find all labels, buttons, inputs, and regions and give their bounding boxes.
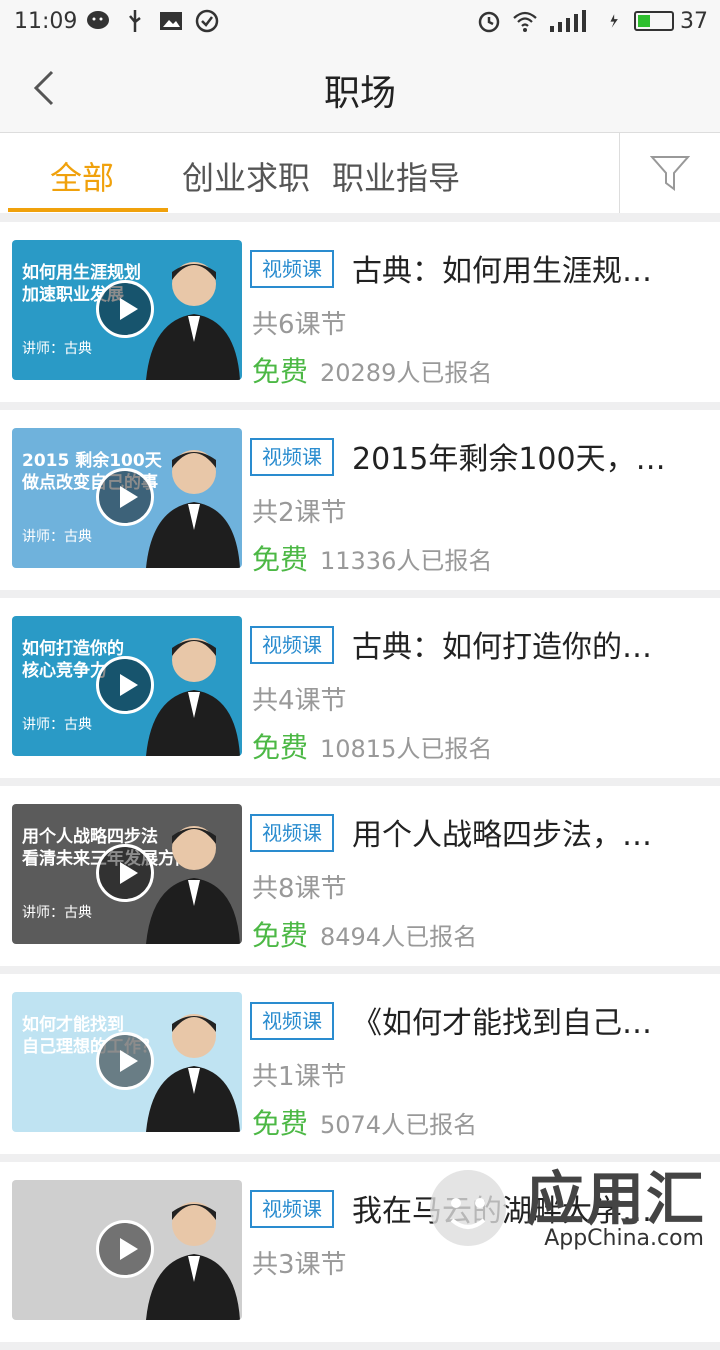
- enrollment-count: 5074人已报名: [320, 1111, 478, 1139]
- appchina-watermark: 应用汇 AppChina.com: [412, 1146, 712, 1266]
- wechat-icon: [87, 11, 109, 29]
- course-title[interactable]: 古典：如何打造你的…: [352, 622, 692, 666]
- course-title[interactable]: 2015年剩余100天，…: [352, 434, 692, 478]
- battery-icon: [634, 11, 674, 31]
- check-circle-icon: [195, 9, 219, 33]
- wifi-icon: [513, 11, 537, 32]
- page-title: 职场: [323, 73, 396, 114]
- price-label: 免费: [252, 355, 309, 388]
- video-course-badge: 视频课: [250, 626, 334, 664]
- enrollment-count: 8494人已报名: [320, 923, 478, 951]
- course-thumbnail[interactable]: 如何用生涯规划 加速职业发展 讲师：古典: [12, 240, 242, 380]
- video-course-badge: 视频课: [250, 1190, 334, 1228]
- video-course-badge: 视频课: [250, 250, 334, 288]
- charging-icon: [610, 14, 618, 28]
- alarm-icon: [478, 11, 500, 33]
- price-label: 免费: [252, 731, 309, 764]
- play-icon[interactable]: [96, 656, 154, 714]
- signal-icon: [550, 10, 586, 32]
- image-icon: [160, 12, 182, 30]
- watermark-logo-icon: [430, 1170, 506, 1246]
- course-item[interactable]: 如何打造你的 核心竞争力 讲师：古典 视频课 古典：如何打造你的… 共4课节 免…: [0, 598, 720, 778]
- lesson-count: 共3课节: [252, 1250, 347, 1280]
- play-icon[interactable]: [96, 468, 154, 526]
- course-thumbnail[interactable]: [12, 1180, 242, 1320]
- enrollment-count: 10815人已报名: [320, 735, 493, 763]
- thumbnail-lecturer: 讲师：古典: [22, 341, 92, 357]
- watermark-brand: 应用汇: [525, 1165, 706, 1233]
- play-icon[interactable]: [96, 1220, 154, 1278]
- lesson-count: 共1课节: [252, 1062, 347, 1092]
- course-thumbnail[interactable]: 2015 剩余100天 做点改变自己的事 讲师：古典: [12, 428, 242, 568]
- course-item[interactable]: 用个人战略四步法 看清未来三年发展方向 讲师：古典 视频课 用个人战略四步法，……: [0, 786, 720, 966]
- lesson-count: 共6课节: [252, 310, 347, 340]
- price-label: 免费: [252, 1107, 309, 1140]
- enrollment-count: 11336人已报名: [320, 547, 493, 575]
- filter-button[interactable]: [619, 133, 720, 213]
- lesson-count: 共4课节: [252, 686, 347, 716]
- thumbnail-subcaption: 核心竞争力: [22, 661, 107, 681]
- tab-startup-job[interactable]: 创业求职: [182, 153, 310, 199]
- status-time: 11:09: [14, 9, 78, 34]
- status-bar: 11:09 37: [0, 0, 720, 44]
- course-title[interactable]: 《如何才能找到自己…: [352, 998, 692, 1042]
- course-item[interactable]: 2015 剩余100天 做点改变自己的事 讲师：古典 视频课 2015年剩余10…: [0, 410, 720, 590]
- course-title[interactable]: 古典：如何用生涯规…: [352, 246, 692, 290]
- play-icon[interactable]: [96, 844, 154, 902]
- thumbnail-lecturer: 讲师：古典: [22, 529, 92, 545]
- price-label: 免费: [252, 543, 309, 576]
- usb-icon: [129, 10, 141, 32]
- tab-career-guidance[interactable]: 职业指导: [332, 153, 460, 199]
- filter-icon: [650, 156, 690, 191]
- nav-bar: 职场: [0, 44, 720, 133]
- battery-level: 37: [680, 8, 708, 34]
- thumbnail-lecturer: 讲师：古典: [22, 905, 92, 921]
- play-icon[interactable]: [96, 280, 154, 338]
- course-item[interactable]: 如何才能找到 自己理想的工作？ 视频课 《如何才能找到自己… 共1课节 免费 5…: [0, 974, 720, 1154]
- tab-all[interactable]: 全部: [50, 153, 114, 199]
- active-tab-indicator: [8, 208, 168, 212]
- course-thumbnail[interactable]: 用个人战略四步法 看清未来三年发展方向 讲师：古典: [12, 804, 242, 944]
- video-course-badge: 视频课: [250, 814, 334, 852]
- video-course-badge: 视频课: [250, 438, 334, 476]
- thumbnail-lecturer: 讲师：古典: [22, 717, 92, 733]
- play-icon[interactable]: [96, 1032, 154, 1090]
- lesson-count: 共2课节: [252, 498, 347, 528]
- price-label: 免费: [252, 919, 309, 952]
- course-item[interactable]: 如何用生涯规划 加速职业发展 讲师：古典 视频课 古典：如何用生涯规… 共6课节…: [0, 222, 720, 402]
- course-thumbnail[interactable]: 如何才能找到 自己理想的工作？: [12, 992, 242, 1132]
- lesson-count: 共8课节: [252, 874, 347, 904]
- course-thumbnail[interactable]: 如何打造你的 核心竞争力 讲师：古典: [12, 616, 242, 756]
- course-title[interactable]: 用个人战略四步法，…: [352, 810, 692, 854]
- video-course-badge: 视频课: [250, 1002, 334, 1040]
- watermark-url: AppChina.com: [544, 1226, 704, 1251]
- battery-indicator: 37: [634, 9, 708, 34]
- category-tabs: 全部 创业求职 职业指导: [0, 133, 720, 213]
- enrollment-count: 20289人已报名: [320, 359, 493, 387]
